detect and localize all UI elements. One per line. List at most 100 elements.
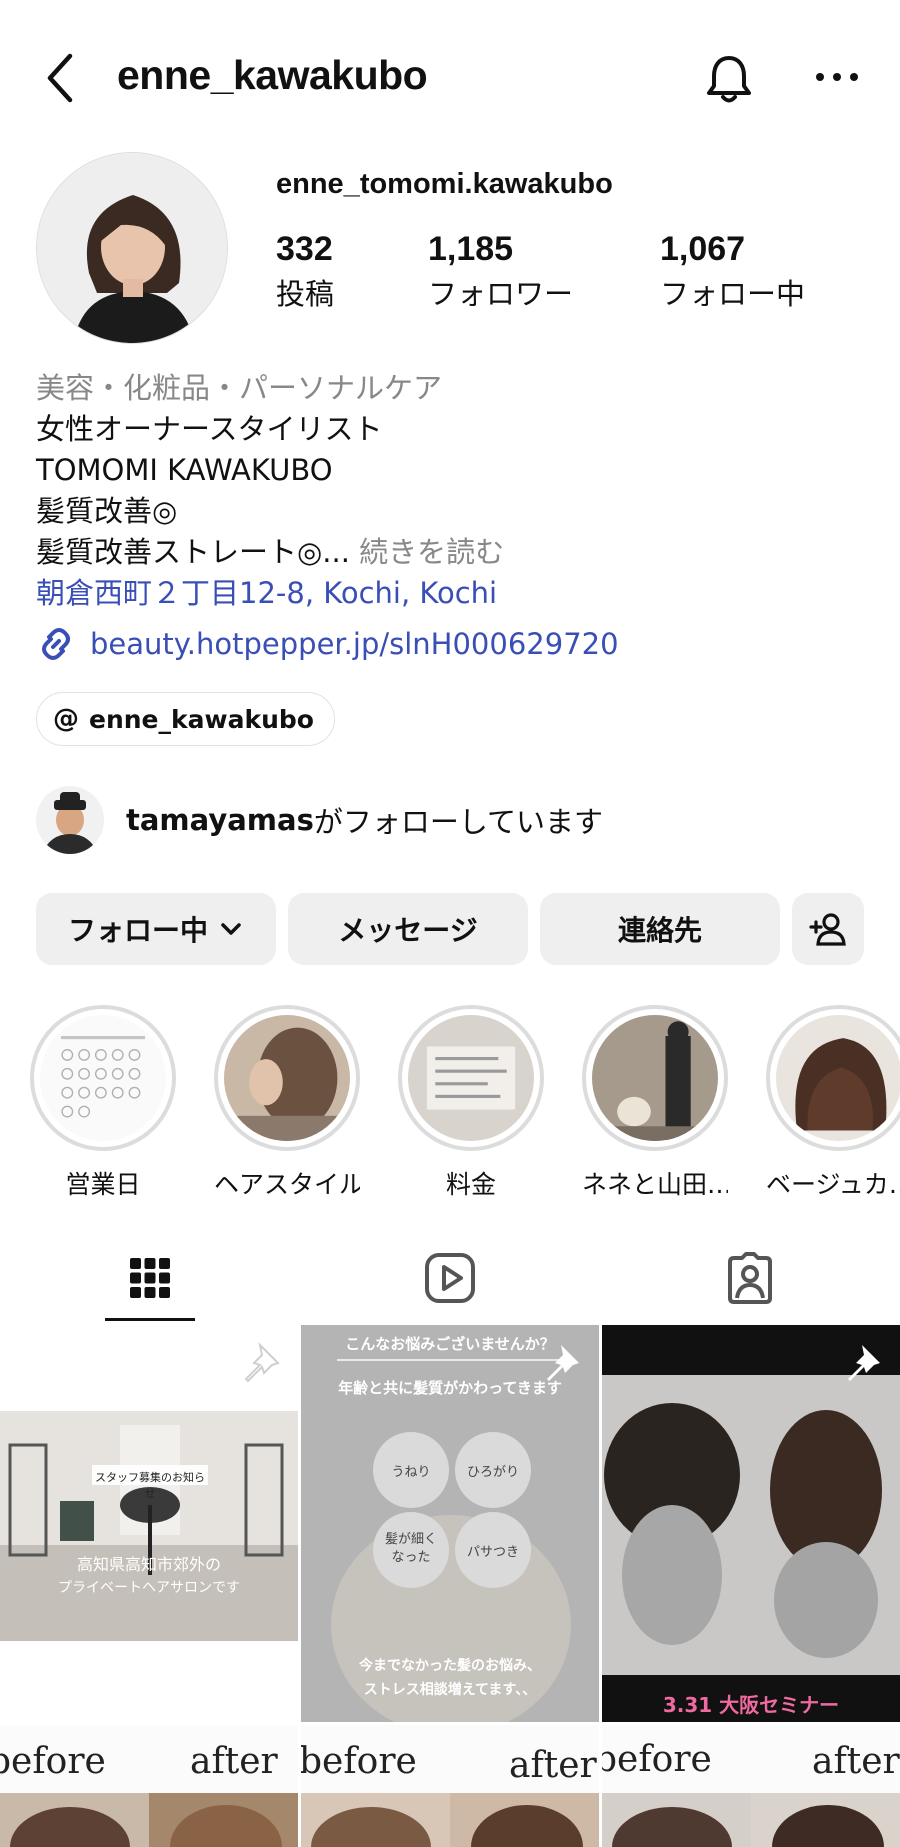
- highlight-label: ベージュカ…: [766, 1170, 900, 1199]
- followed-by[interactable]: tamayamas がフォローしています: [36, 786, 603, 854]
- threads-badge[interactable]: @ enne_kawakubo: [36, 692, 335, 746]
- post-footer-line: ストレス相談増えてます、、: [363, 1682, 537, 1698]
- highlight-ring: [30, 1005, 176, 1151]
- post-tile[interactable]: スタッフ募集のお知らせ 高知県高知市郊外の プライベートヘアサロンです: [0, 1325, 298, 1722]
- read-more-link[interactable]: 続きを読む: [350, 535, 504, 569]
- pin-icon: [244, 1341, 280, 1383]
- highlight-ring: [582, 1005, 728, 1151]
- stat-value: 1,067: [660, 230, 746, 268]
- posts-count[interactable]: 332 投稿: [276, 230, 334, 313]
- post-caption: 3.31 大阪セミナー: [662, 1693, 840, 1717]
- bio-line: 女性オーナースタイリスト: [36, 412, 383, 446]
- highlight-ring: [766, 1005, 900, 1151]
- post-banner-text: スタッフ募集のお知らせ: [95, 1471, 205, 1500]
- after-label: after: [812, 1741, 900, 1782]
- highlight-cover: [776, 1015, 900, 1141]
- bio-category: 美容・化粧品・パーソナルケア: [36, 371, 443, 405]
- stat-label: フォロワー: [428, 277, 574, 311]
- post-tile[interactable]: before after: [0, 1725, 298, 1847]
- highlight-label: 料金: [445, 1170, 496, 1199]
- active-tab-indicator: [105, 1318, 195, 1321]
- following-button[interactable]: フォロー中: [36, 893, 276, 965]
- highlight-label: ヘアスタイル: [214, 1170, 360, 1199]
- post-bubble: 髪が細く なった: [384, 1532, 437, 1565]
- add-user-icon: [809, 913, 846, 946]
- post-bubble: パサつき: [466, 1545, 519, 1560]
- tagged-icon: [728, 1252, 772, 1304]
- tab-reels[interactable]: [300, 1230, 600, 1326]
- highlight-nene-yamada[interactable]: ネネと山田…: [582, 1005, 728, 1201]
- post-caption-line: 高知県高知市郊外の: [76, 1555, 221, 1574]
- follower-avatar: [36, 786, 104, 854]
- following-label: フォロー中: [67, 914, 208, 947]
- post-tile[interactable]: こんなお悩みございませんか？ 年齢と共に髪質がかわってきます うねり ひろがり …: [301, 1325, 599, 1722]
- profile-avatar[interactable]: [36, 152, 228, 344]
- highlight-ring: [214, 1005, 360, 1151]
- profile-website-link[interactable]: beauty.hotpepper.jp/slnH000629720: [36, 622, 619, 666]
- post-image: [0, 1411, 298, 1641]
- highlight-label: ネネと山田…: [582, 1170, 728, 1199]
- before-label: before: [301, 1741, 417, 1782]
- before-label: before: [602, 1739, 712, 1780]
- before-label: before: [0, 1741, 106, 1782]
- bio-line: 髪質改善ストレート◎... 続きを読む: [36, 532, 876, 573]
- post-tile[interactable]: before after: [301, 1725, 599, 1847]
- highlight-cover: [40, 1015, 166, 1141]
- stat-value: 332: [276, 230, 333, 268]
- post-caption-line: プライベートヘアサロンです: [58, 1580, 240, 1596]
- post-bubble: ひろがり: [466, 1465, 519, 1480]
- highlight-beige-color[interactable]: ベージュカ…: [766, 1005, 900, 1201]
- website-url: beauty.hotpepper.jp/slnH000629720: [90, 627, 619, 661]
- profile-full-name: enne_tomomi.kawakubo: [276, 168, 613, 200]
- contact-label: 連絡先: [617, 914, 702, 947]
- chevron-down-icon: [221, 923, 241, 935]
- message-label: メッセージ: [338, 914, 478, 947]
- followed-by-text: がフォローしています: [313, 805, 603, 839]
- followers-count[interactable]: 1,185 フォロワー: [428, 230, 573, 313]
- profile-bio: 美容・化粧品・パーソナルケア 女性オーナースタイリスト TOMOMI KAWAK…: [36, 368, 876, 614]
- follower-photo: [36, 786, 104, 854]
- post-footer-line: 今までなかった髪のお悩み、: [359, 1658, 541, 1674]
- highlight-price[interactable]: 料金: [398, 1005, 544, 1201]
- link-icon: [42, 628, 70, 660]
- profile-username: enne_kawakubo: [117, 52, 428, 98]
- pin-icon: [848, 1345, 880, 1381]
- message-button[interactable]: メッセージ: [288, 893, 528, 965]
- profile-header: enne_kawakubo: [0, 0, 900, 150]
- bio-line-text: 髪質改善ストレート◎...: [36, 535, 350, 569]
- highlight-cover: [592, 1015, 718, 1141]
- post-bubble: うねり: [391, 1465, 431, 1480]
- highlight-hairstyle[interactable]: ヘアスタイル: [214, 1005, 360, 1201]
- post-tile[interactable]: before after: [602, 1725, 900, 1847]
- threads-handle: enne_kawakubo: [89, 704, 314, 734]
- post-image: [602, 1325, 900, 1722]
- avatar-photo: [37, 153, 227, 343]
- stat-label: フォロー中: [660, 277, 806, 311]
- stat-label: 投稿: [276, 277, 335, 311]
- threads-icon: @: [53, 704, 79, 734]
- add-user-button[interactable]: [792, 893, 864, 965]
- highlight-business-days[interactable]: 営業日: [30, 1005, 176, 1201]
- bio-line: TOMOMI KAWAKUBO: [36, 453, 333, 487]
- highlight-cover: [408, 1015, 534, 1141]
- tab-tagged[interactable]: [600, 1230, 900, 1326]
- grid-icon: [130, 1258, 170, 1298]
- highlight-cover: [224, 1015, 350, 1141]
- tab-posts-grid[interactable]: [0, 1230, 300, 1326]
- highlight-ring: [398, 1005, 544, 1151]
- bio-line: 髪質改善◎: [36, 494, 178, 528]
- more-options-icon[interactable]: [814, 62, 860, 92]
- highlight-label: 営業日: [65, 1170, 141, 1199]
- pin-icon: [547, 1345, 579, 1381]
- contact-button[interactable]: 連絡先: [540, 893, 780, 965]
- following-count[interactable]: 1,067 フォロー中: [660, 230, 805, 313]
- after-label: after: [509, 1745, 597, 1786]
- reels-icon: [425, 1253, 475, 1303]
- stat-value: 1,185: [428, 230, 514, 268]
- post-tile[interactable]: 3.31 大阪セミナー: [602, 1325, 900, 1722]
- bell-icon[interactable]: [702, 52, 756, 106]
- back-icon[interactable]: [40, 50, 80, 106]
- after-label: after: [190, 1741, 278, 1782]
- bio-location[interactable]: 朝倉西町２丁目12-8, Kochi, Kochi: [36, 573, 876, 614]
- follower-username: tamayamas: [126, 803, 314, 837]
